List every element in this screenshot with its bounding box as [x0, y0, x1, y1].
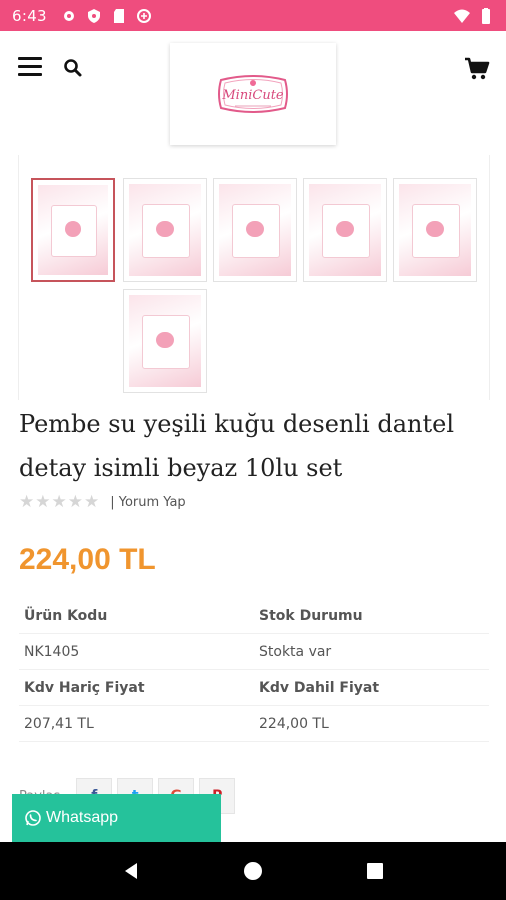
- star-icon: ★: [51, 492, 67, 512]
- site-header: MiniCute: [0, 31, 506, 155]
- shield-icon: [87, 8, 100, 23]
- system-navigation-bar: [0, 842, 506, 900]
- whatsapp-icon: [25, 810, 41, 826]
- whatsapp-label: Whatsapp: [46, 809, 119, 826]
- gallery-thumbnail[interactable]: [213, 178, 297, 282]
- battery-icon: [482, 7, 490, 24]
- gallery-thumbnail[interactable]: [31, 178, 115, 282]
- gallery-thumbnail[interactable]: [123, 178, 207, 282]
- home-button[interactable]: [233, 851, 273, 891]
- price-excl-vat-value: 207,41 TL: [24, 715, 94, 732]
- sd-card-icon: [113, 8, 124, 23]
- product-title: Pembe su yeşili kuğu desenli dantel deta…: [19, 410, 454, 482]
- product-gallery: [18, 155, 490, 400]
- product-code-value: NK1405: [24, 643, 80, 660]
- review-link[interactable]: | Yorum Yap: [110, 495, 185, 510]
- recents-button[interactable]: [355, 851, 395, 891]
- info-row: 207,41 TL 224,00 TL: [19, 706, 489, 742]
- status-time: 6:43: [12, 6, 47, 25]
- product-price: 224,00 TL: [19, 543, 156, 576]
- star-icon: ★: [35, 492, 51, 512]
- gallery-thumbnail[interactable]: [393, 178, 477, 282]
- star-icon: ★: [67, 492, 83, 512]
- hamburger-menu-icon[interactable]: [18, 57, 42, 77]
- stock-status-value: Stokta var: [259, 643, 332, 660]
- wifi-icon: [454, 9, 470, 23]
- price-incl-vat-value: 224,00 TL: [259, 715, 329, 732]
- whatsapp-button[interactable]: Whatsapp: [12, 794, 221, 842]
- info-row: Ürün Kodu Stok Durumu: [19, 598, 489, 634]
- data-saver-icon: [136, 8, 151, 23]
- cart-icon[interactable]: [464, 57, 490, 81]
- gallery-thumbnail[interactable]: [303, 178, 387, 282]
- svg-text:MiniCute: MiniCute: [221, 88, 284, 103]
- back-triangle-icon: [125, 863, 137, 879]
- star-icon: ★: [84, 492, 100, 512]
- gallery-thumbnail[interactable]: [123, 289, 207, 393]
- stock-status-label: Stok Durumu: [259, 607, 363, 624]
- product-rating: ★★★★★ | Yorum Yap: [19, 492, 186, 512]
- site-logo[interactable]: MiniCute: [170, 43, 336, 145]
- status-bar: 6:43: [0, 0, 506, 31]
- star-icon: ★: [19, 492, 35, 512]
- recents-square-icon: [367, 863, 383, 879]
- product-code-label: Ürün Kodu: [24, 607, 108, 624]
- price-incl-vat-label: Kdv Dahil Fiyat: [259, 679, 380, 696]
- price-excl-vat-label: Kdv Hariç Fiyat: [24, 679, 145, 696]
- rating-stars: ★★★★★: [19, 492, 100, 512]
- info-row: Kdv Hariç Fiyat Kdv Dahil Fiyat: [19, 670, 489, 706]
- back-button[interactable]: [111, 851, 151, 891]
- product-info-table: Ürün Kodu Stok Durumu NK1405 Stokta var …: [19, 598, 489, 742]
- home-circle-icon: [244, 862, 262, 880]
- info-row: NK1405 Stokta var: [19, 634, 489, 670]
- search-icon[interactable]: [63, 58, 83, 78]
- settings-icon: [63, 10, 74, 21]
- logo-badge: MiniCute: [218, 75, 288, 113]
